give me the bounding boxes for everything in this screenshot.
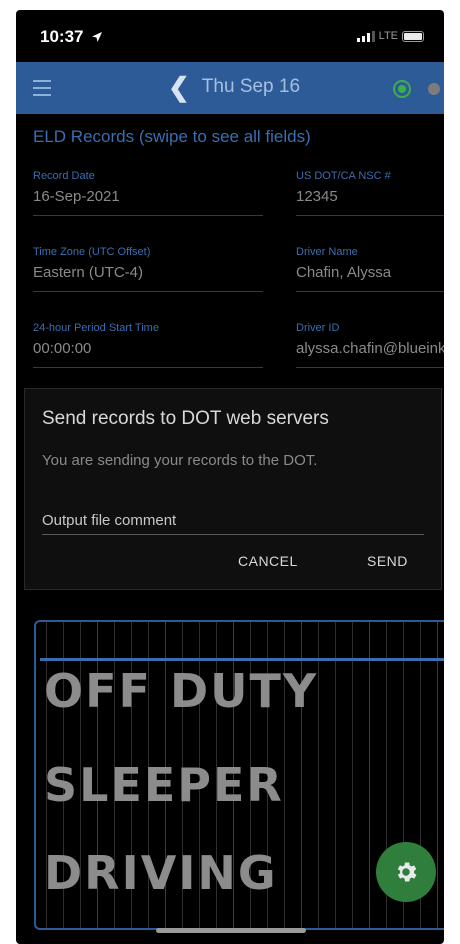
gear-icon (397, 862, 417, 882)
chevron-left-icon[interactable]: ❮ (168, 74, 190, 100)
dot-number-field: US DOT/CA NSC # 12345 (296, 170, 444, 216)
chart-grid-line (335, 622, 336, 928)
hamburger-menu-icon[interactable] (33, 80, 51, 101)
period-start-field: 24-hour Period Start Time 00:00:00 (33, 322, 263, 368)
cancel-button[interactable]: CANCEL (238, 553, 298, 569)
field-label: Driver ID (296, 322, 340, 334)
send-button[interactable]: SEND (367, 553, 408, 569)
field-value: alyssa.chafin@blueink (296, 340, 444, 357)
off-duty-label: OFF DUTY (44, 664, 319, 718)
eld-section-title: ELD Records (swipe to see all fields) (33, 127, 311, 146)
network-type: LTE (378, 30, 398, 42)
output-file-comment-input[interactable] (42, 507, 424, 535)
home-indicator[interactable] (156, 928, 306, 933)
field-label: Time Zone (UTC Offset) (33, 246, 151, 258)
connection-status-dot (428, 83, 440, 95)
field-value: Chafin, Alyssa (296, 264, 392, 281)
field-label: Record Date (33, 170, 95, 182)
signal-icon (356, 30, 375, 42)
status-time: 10:37 (40, 27, 84, 46)
field-value: 00:00:00 (33, 340, 92, 357)
chart-top-line (40, 658, 444, 661)
dialog-title: Send records to DOT web servers (42, 408, 329, 429)
settings-fab[interactable] (376, 842, 436, 902)
date-title: Thu Sep 16 (201, 76, 301, 97)
driving-label: DRIVING (44, 846, 278, 900)
status-bar: 10:37 LTE (16, 10, 444, 62)
field-label: Driver Name (296, 246, 358, 258)
record-date-field: Record Date 16-Sep-2021 (33, 170, 263, 216)
chart-grid-line (352, 622, 353, 928)
location-arrow-icon (92, 32, 102, 42)
status-indicators: LTE (356, 30, 424, 42)
field-label: US DOT/CA NSC # (296, 170, 391, 182)
field-value: 16-Sep-2021 (33, 188, 120, 205)
field-value: Eastern (UTC-4) (33, 264, 144, 281)
location-target-icon[interactable] (393, 80, 411, 98)
sleeper-label: SLEEPER (44, 758, 284, 812)
app-bar: ❮ Thu Sep 16 (16, 62, 444, 114)
battery-icon (402, 30, 424, 42)
field-value: 12345 (296, 188, 338, 205)
date-navigation: ❮ Thu Sep 16 (168, 74, 301, 100)
chart-grid-line (437, 622, 438, 928)
field-label: 24-hour Period Start Time (33, 322, 159, 334)
chart-grid-line (369, 622, 370, 928)
send-records-dialog: Send records to DOT web servers You are … (24, 388, 442, 590)
phone-screen: 10:37 LTE ❮ Thu Sep 16 ELD Records (swip… (16, 10, 444, 944)
driver-name-field: Driver Name Chafin, Alyssa (296, 246, 444, 292)
dialog-message: You are sending your records to the DOT. (42, 452, 318, 469)
time-zone-field: Time Zone (UTC Offset) Eastern (UTC-4) (33, 246, 263, 292)
driver-id-field: Driver ID alyssa.chafin@blueink (296, 322, 444, 368)
